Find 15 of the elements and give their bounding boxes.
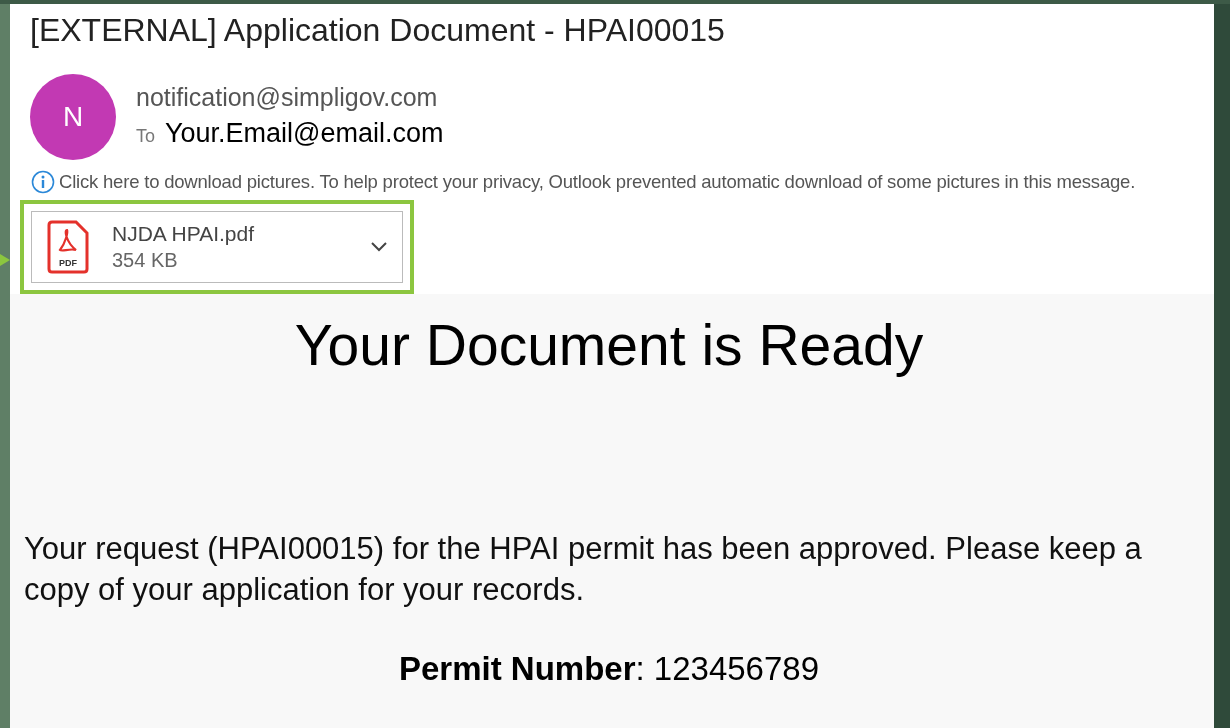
download-pictures-link[interactable]: Click here to download pictures. To help protect your privacy, Outlook prevented automatic download of some pictures in this message. bbox=[59, 168, 1136, 196]
attachment-card[interactable]: PDF NJDA HPAI.pdf 354 KB bbox=[31, 210, 403, 283]
body-heading: Your Document is Ready bbox=[293, 311, 925, 378]
chevron-down-icon[interactable] bbox=[370, 240, 388, 253]
recipient-address: Your.Email@email.com bbox=[165, 116, 444, 150]
sender-address: notification@simpligov.com bbox=[136, 81, 439, 113]
to-label: To bbox=[136, 124, 155, 148]
info-icon bbox=[31, 169, 55, 194]
email-subject: [EXTERNAL] Application Document - HPAI00015 bbox=[30, 12, 726, 48]
pdf-file-icon: PDF bbox=[46, 219, 90, 274]
body-message: Your request (HPAI00015) for the HPAI permit has been approved. Please keep a copy of your application for your records. bbox=[24, 529, 1143, 609]
attachment-name: NJDA HPAI.pdf bbox=[112, 220, 255, 247]
attachment-size: 354 KB bbox=[112, 247, 179, 273]
permit-number: Permit Number: 123456789 bbox=[398, 649, 820, 687]
sender-avatar: N bbox=[30, 74, 116, 160]
